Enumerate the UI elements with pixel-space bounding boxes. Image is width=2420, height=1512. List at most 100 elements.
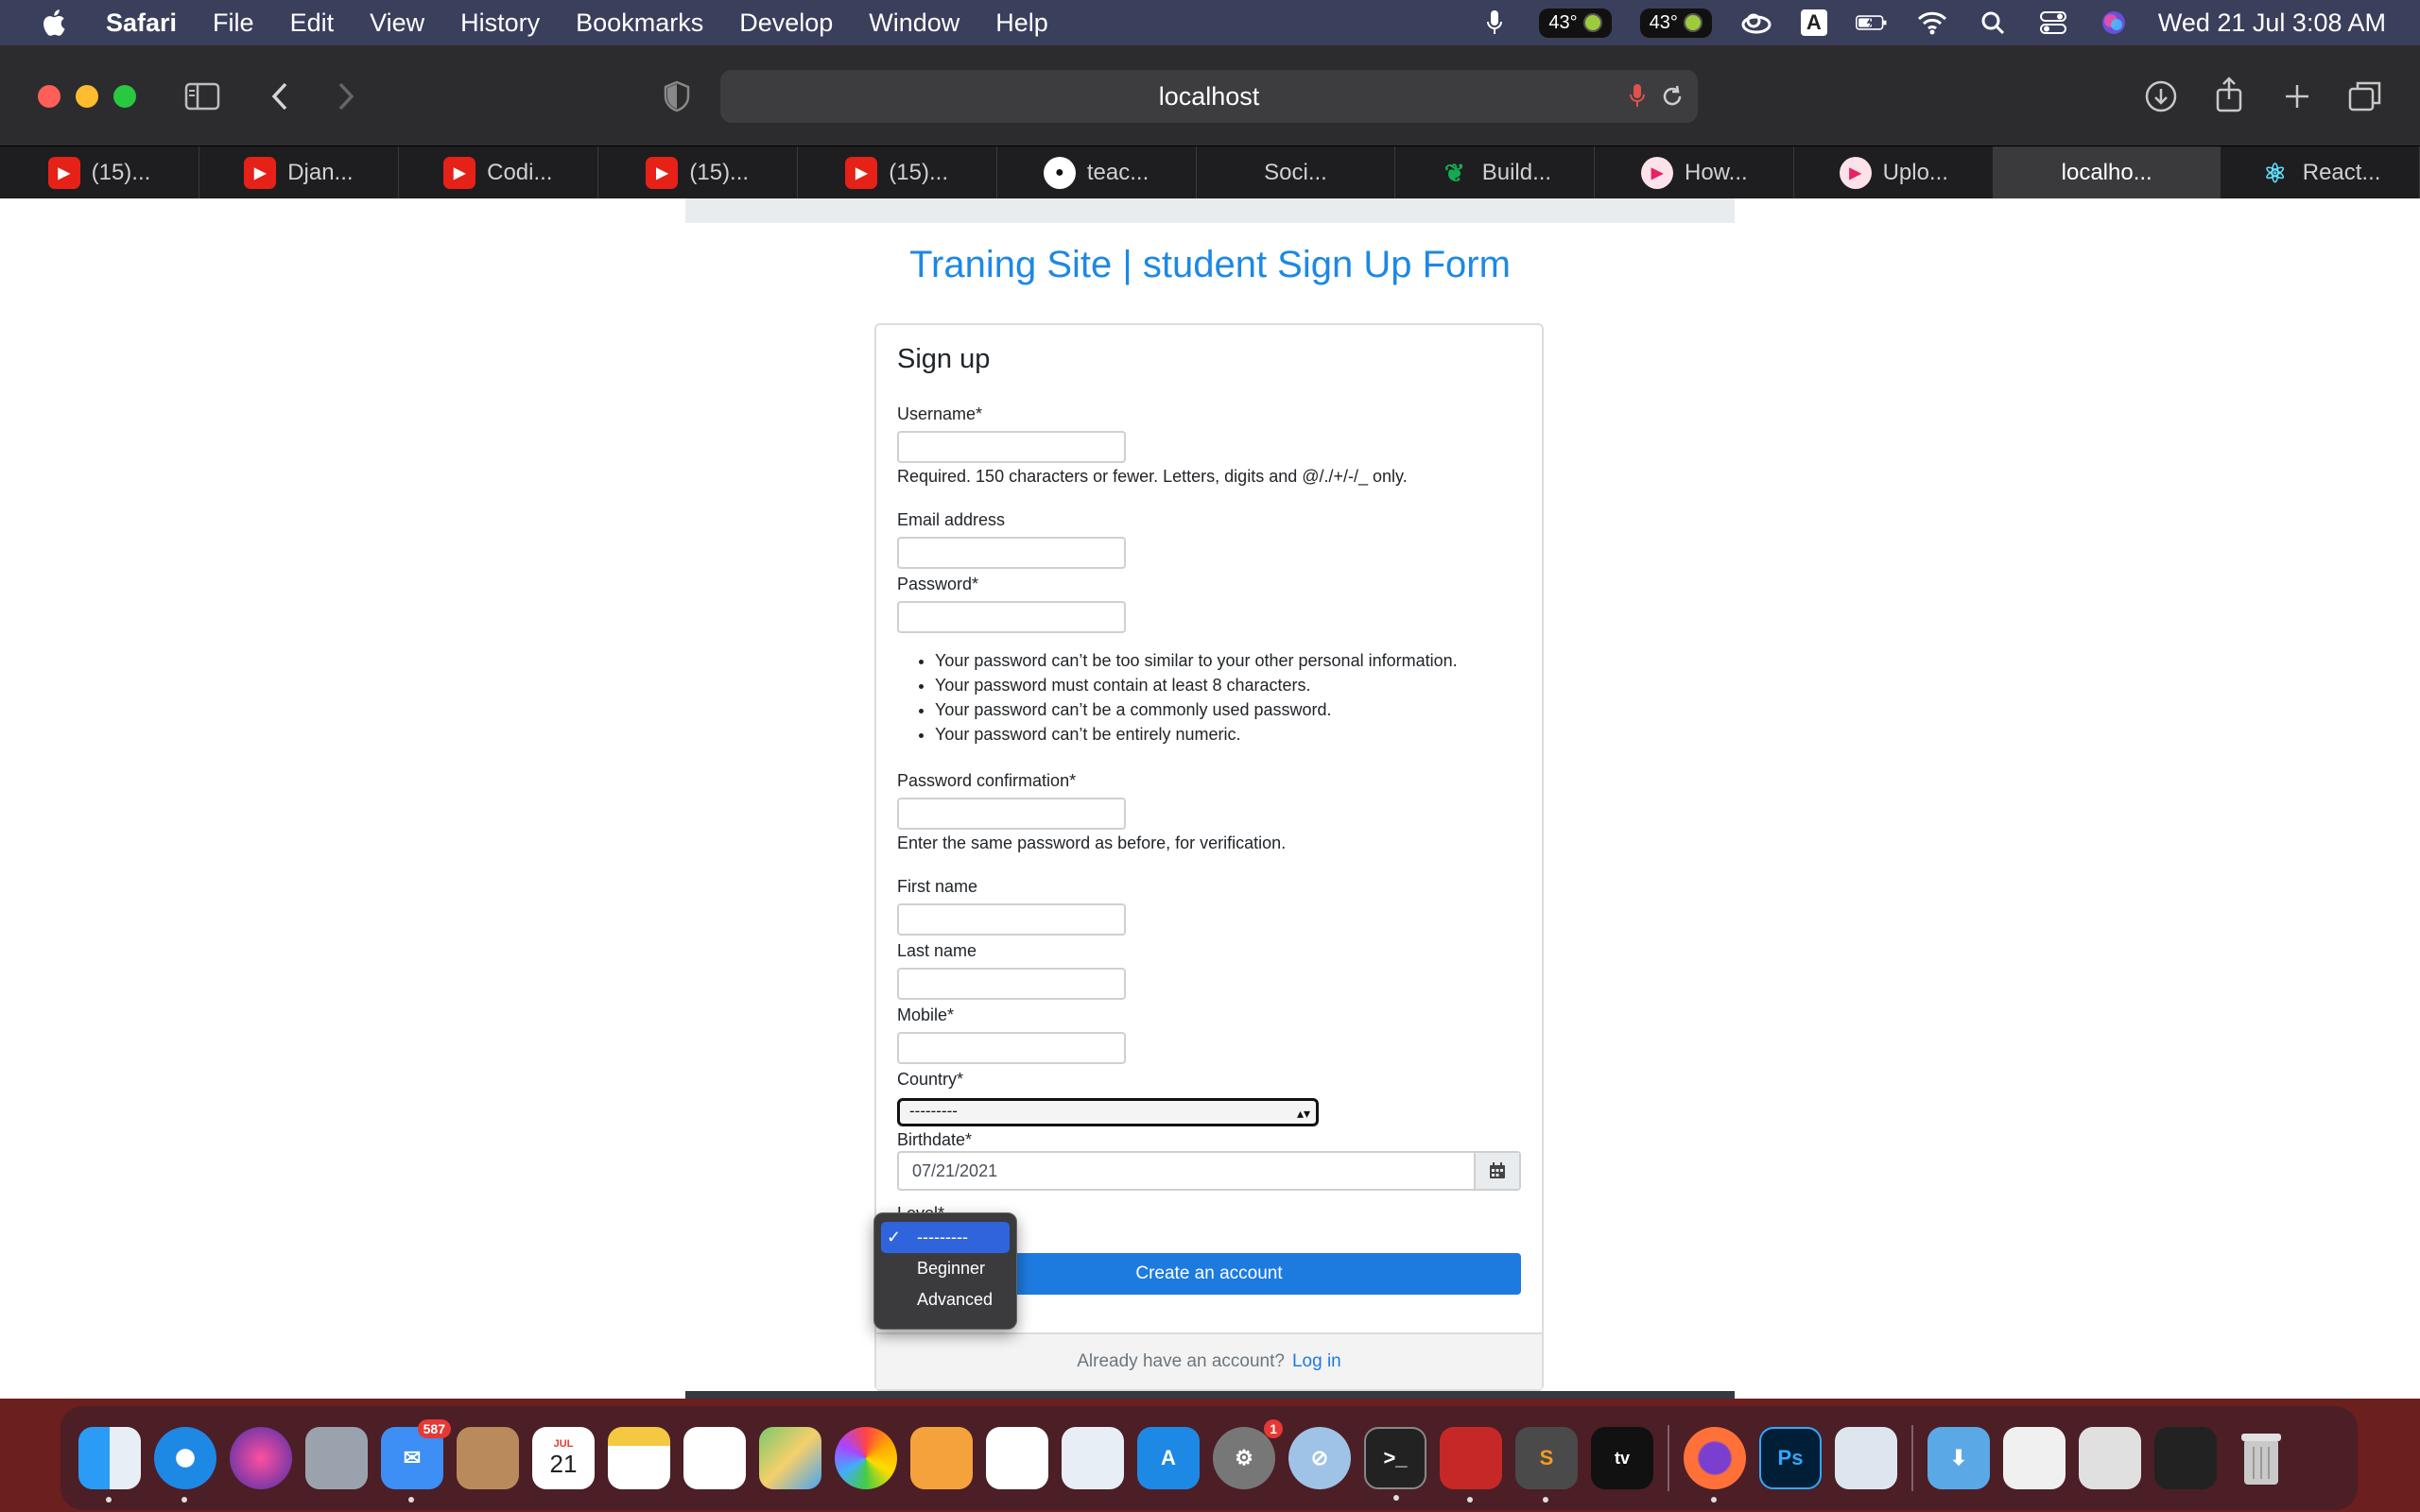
temperature-widget-2[interactable]: 43° <box>1639 8 1712 38</box>
menubar-clock[interactable]: Wed 21 Jul 3:08 AM <box>2158 9 2386 38</box>
contacts-icon[interactable] <box>457 1427 519 1489</box>
siri-icon[interactable] <box>230 1427 292 1489</box>
tab-github[interactable]: ● teac... <box>997 146 1197 199</box>
tab-react[interactable]: ⚛ React... <box>2221 146 2420 199</box>
sidebar-toggle-icon[interactable] <box>183 77 221 115</box>
spotlight-search-icon[interactable] <box>1977 7 2009 39</box>
url-text[interactable]: localhost <box>1159 82 1260 112</box>
trash-icon[interactable] <box>2230 1427 2292 1489</box>
reload-icon[interactable] <box>1660 83 1685 116</box>
tab-youtube-4[interactable]: ▶ (15)... <box>598 146 798 199</box>
numbers-icon[interactable] <box>986 1427 1048 1489</box>
menu-safari[interactable]: Safari <box>106 9 177 38</box>
last-name-input[interactable] <box>897 968 1126 1000</box>
menu-help[interactable]: Help <box>995 9 1048 38</box>
preview-icon[interactable] <box>1835 1427 1897 1489</box>
system-preferences-icon[interactable]: ⚙ 1 <box>1213 1419 1283 1489</box>
level-option-advanced[interactable]: Advanced <box>881 1284 1010 1315</box>
first-name-input[interactable] <box>897 903 1126 936</box>
menu-window[interactable]: Window <box>869 9 959 38</box>
menu-view[interactable]: View <box>370 9 424 38</box>
downloads-icon[interactable] <box>2142 77 2180 115</box>
firefox-icon[interactable] <box>1684 1427 1746 1503</box>
battery-icon[interactable] <box>1855 7 1888 39</box>
tab-social[interactable]: Soci... <box>1197 146 1396 199</box>
calendar-icon[interactable]: JUL 21 <box>532 1427 595 1489</box>
photos-icon[interactable] <box>835 1427 897 1489</box>
minimize-window-button[interactable] <box>76 85 98 108</box>
zoom-window-button[interactable] <box>113 85 136 108</box>
launchpad-icon[interactable] <box>305 1427 368 1489</box>
siri-icon[interactable] <box>2098 7 2130 39</box>
menu-file[interactable]: File <box>213 9 254 38</box>
menu-bookmarks[interactable]: Bookmarks <box>576 9 703 38</box>
username-help: Required. 150 characters or fewer. Lette… <box>897 467 1408 486</box>
tab-youtube-3[interactable]: ▶ Codi... <box>399 146 598 199</box>
share-icon[interactable] <box>2210 76 2248 113</box>
tab-youtube-5[interactable]: ▶ (15)... <box>798 146 997 199</box>
play-icon: ▶ <box>1839 157 1872 189</box>
option-label: --------- <box>917 1228 968 1246</box>
tab-upload[interactable]: ▶ Uplo... <box>1794 146 1995 199</box>
no-entry-app-icon[interactable]: ⊘ <box>1288 1427 1351 1489</box>
app-store-icon[interactable]: A <box>1137 1427 1200 1489</box>
email-input[interactable] <box>897 537 1126 569</box>
input-source-icon[interactable]: A <box>1800 9 1827 36</box>
birthdate-label: Birthdate* <box>897 1130 973 1149</box>
finder-icon[interactable] <box>78 1427 141 1503</box>
username-input[interactable] <box>897 431 1126 463</box>
tab-build[interactable]: ❦ Build... <box>1395 146 1596 199</box>
login-link[interactable]: Log in <box>1292 1351 1341 1372</box>
pages-icon[interactable] <box>910 1427 973 1489</box>
level-option-empty[interactable]: ✓ --------- <box>881 1222 1010 1253</box>
calendar-button[interactable] <box>1474 1153 1519 1189</box>
youtube-icon: ▶ <box>646 157 679 189</box>
window-thumbnail-icon[interactable] <box>2003 1427 2066 1489</box>
tab-localhost[interactable]: localho... <box>1994 146 2221 199</box>
forward-icon[interactable] <box>327 77 365 115</box>
react-icon: ⚛ <box>2263 158 2288 188</box>
apple-icon[interactable] <box>38 6 72 40</box>
photoshop-icon[interactable]: Ps <box>1759 1427 1822 1489</box>
privacy-shield-icon[interactable] <box>658 77 696 115</box>
back-icon[interactable] <box>261 77 299 115</box>
tab-youtube-2[interactable]: ▶ Djan... <box>199 146 399 199</box>
menu-edit[interactable]: Edit <box>290 9 335 38</box>
menu-develop[interactable]: Develop <box>739 9 833 38</box>
tab-youtube-1[interactable]: ▶ (15)... <box>0 146 199 199</box>
address-bar[interactable]: localhost <box>720 70 1698 123</box>
tab-label: Djan... <box>287 160 354 185</box>
downloads-folder-icon[interactable]: ⬇ <box>1927 1427 1990 1489</box>
tab-how[interactable]: ▶ How... <box>1595 146 1795 199</box>
country-select[interactable]: --------- ▴▾ <box>897 1098 1319 1126</box>
password-confirmation-input[interactable] <box>897 798 1126 830</box>
mobile-input[interactable] <box>897 1032 1126 1064</box>
checkmark-icon: ✓ <box>887 1228 902 1246</box>
menu-history[interactable]: History <box>460 9 540 38</box>
keynote-icon[interactable] <box>1062 1427 1124 1489</box>
level-option-beginner[interactable]: Beginner <box>881 1253 1010 1284</box>
tab-overview-icon[interactable] <box>2346 77 2384 115</box>
microphone-icon[interactable] <box>1630 83 1645 116</box>
new-tab-icon[interactable] <box>2278 77 2316 115</box>
microphone-icon[interactable] <box>1478 7 1511 39</box>
password-input[interactable] <box>897 601 1126 633</box>
sublime-text-icon[interactable]: S <box>1515 1427 1578 1503</box>
notes-icon[interactable] <box>608 1427 670 1489</box>
acrobat-icon[interactable] <box>1440 1427 1502 1503</box>
password-rules: Your password can’t be too similar to yo… <box>914 648 1458 747</box>
birthdate-input[interactable]: 07/21/2021 <box>899 1153 1474 1189</box>
temperature-widget-1[interactable]: 43° <box>1539 8 1612 38</box>
mail-icon[interactable]: ✉ 587 <box>381 1419 451 1503</box>
apple-tv-icon[interactable]: tv <box>1591 1427 1653 1489</box>
terminal-icon[interactable]: >_ <box>1364 1427 1426 1501</box>
maps-icon[interactable] <box>759 1427 821 1489</box>
reminders-icon[interactable] <box>683 1427 746 1489</box>
safari-icon[interactable] <box>154 1427 216 1503</box>
control-center-icon[interactable] <box>2037 7 2069 39</box>
creative-cloud-icon[interactable] <box>1740 7 1772 39</box>
window-thumbnail-icon[interactable] <box>2079 1427 2141 1489</box>
close-window-button[interactable] <box>38 85 60 108</box>
wifi-icon[interactable] <box>1916 7 1948 39</box>
window-thumbnail-icon[interactable] <box>2154 1427 2217 1489</box>
